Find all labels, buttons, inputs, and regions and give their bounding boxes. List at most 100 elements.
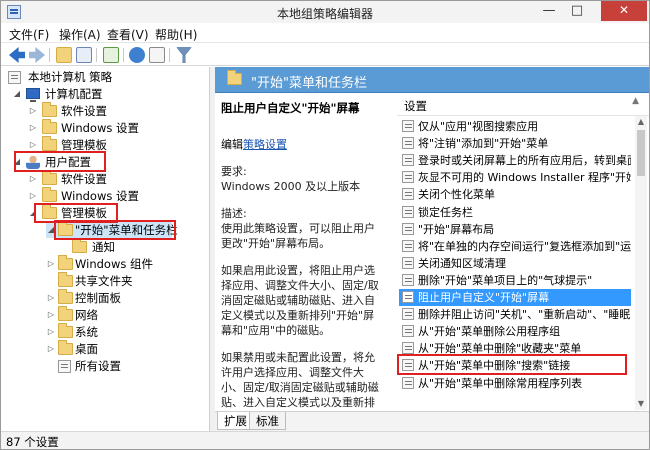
chevron-right-icon[interactable]: ▷ xyxy=(46,290,56,306)
filter-icon[interactable] xyxy=(176,47,192,63)
policy-setting-icon xyxy=(402,291,414,303)
setting-row[interactable]: 锁定任务栏 xyxy=(399,204,631,221)
minimize-button[interactable]: — xyxy=(535,1,563,21)
setting-row-label: 删除并阻止访问"关机"、"重新启动"、"睡眠"和" xyxy=(418,308,631,322)
folder-icon xyxy=(72,238,87,253)
view-tabs: 扩展 标准 xyxy=(215,411,649,431)
setting-row[interactable]: 将"在单独的内存空间运行"复选框添加到"运行"对 xyxy=(399,238,631,255)
up-folder-icon[interactable] xyxy=(56,47,72,63)
description-text-1: 使用此策略设置，可以阻止用户更改"开始"屏幕布局。 xyxy=(221,222,375,250)
policy-setting-icon xyxy=(402,120,414,132)
scroll-thumb[interactable] xyxy=(637,130,645,176)
toolbar-separator xyxy=(169,48,170,62)
menu-bar: 文件(F) 操作(A) 查看(V) 帮助(H) xyxy=(1,23,649,43)
folder-icon xyxy=(42,102,57,117)
export-list-icon[interactable] xyxy=(103,47,119,63)
forward-icon[interactable] xyxy=(29,47,45,63)
tab-standard[interactable]: 标准 xyxy=(249,412,286,430)
tree-node-system[interactable]: ▷ 系统 xyxy=(46,323,196,340)
setting-row-label: 登录时或关闭屏幕上的所有应用后，转到桌面而 xyxy=(418,154,631,168)
setting-row[interactable]: 从"开始"菜单中删除常用程序列表 xyxy=(399,375,631,392)
menu-view[interactable]: 查看(V) xyxy=(107,26,149,43)
window: 本地组策略编辑器 — □ ✕ 文件(F) 操作(A) 查看(V) 帮助(H) 本… xyxy=(0,0,650,450)
chevron-right-icon[interactable]: ▷ xyxy=(46,256,56,272)
tree-node-cc-windows[interactable]: ▷ Windows 设置 xyxy=(28,119,198,136)
settings-icon xyxy=(58,360,71,373)
policy-title: 阻止用户自定义"开始"屏幕 xyxy=(221,101,360,115)
setting-row-label: 从"开始"菜单中删除常用程序列表 xyxy=(418,376,583,390)
setting-row-label: 从"开始"菜单删除公用程序组 xyxy=(418,325,561,339)
chevron-down-icon[interactable]: ◢ xyxy=(12,86,22,102)
policy-setting-icon xyxy=(402,188,414,201)
tree-node-uc-windows[interactable]: ▷ Windows 设置 xyxy=(28,187,198,204)
menu-help[interactable]: 帮助(H) xyxy=(155,26,197,43)
policy-setting-icon xyxy=(402,256,414,269)
setting-row[interactable]: 将"注销"添加到"开始"菜单 xyxy=(399,135,631,152)
policy-setting-icon xyxy=(402,154,414,167)
maximize-button[interactable]: □ xyxy=(563,1,591,21)
setting-row[interactable]: 从"开始"菜单删除公用程序组 xyxy=(399,323,631,340)
menu-action[interactable]: 操作(A) xyxy=(59,26,101,43)
setting-row[interactable]: 灰显不可用的 Windows Installer 程序"开始"菜 xyxy=(399,169,631,186)
tree-node-root[interactable]: 本地计算机 策略 xyxy=(6,69,206,85)
properties-icon[interactable] xyxy=(149,47,165,63)
toolbar-separator xyxy=(123,48,124,62)
setting-row[interactable]: 阻止用户自定义"开始"屏幕 xyxy=(399,289,631,306)
chevron-right-icon[interactable]: ▷ xyxy=(28,120,38,136)
folder-icon xyxy=(58,255,73,270)
setting-row-label: 仅从"应用"视图搜索应用 xyxy=(418,120,539,133)
tree-node-uc-software[interactable]: ▷ 软件设置 xyxy=(28,170,198,187)
show-hide-tree-icon[interactable] xyxy=(76,47,92,63)
scroll-down-icon[interactable]: ▼ xyxy=(635,398,647,410)
chevron-right-icon[interactable]: ▷ xyxy=(46,307,56,323)
tree-node-cc-software[interactable]: ▷ 软件设置 xyxy=(28,102,198,119)
policy-setting-icon xyxy=(402,325,414,338)
chevron-right-icon[interactable]: ▷ xyxy=(28,171,38,187)
chevron-right-icon[interactable]: ▷ xyxy=(46,341,56,357)
policy-setting-icon xyxy=(402,273,414,286)
setting-row[interactable]: 删除"开始"菜单项目上的"气球提示" xyxy=(399,272,631,289)
policy-setting-icon xyxy=(402,205,414,218)
highlight-start-taskbar xyxy=(54,220,176,240)
close-button[interactable]: ✕ xyxy=(601,1,647,21)
description-label: 描述: xyxy=(221,207,247,220)
policy-setting-icon xyxy=(402,239,414,252)
setting-row[interactable]: 关闭通知区域清理 xyxy=(399,255,631,272)
tree-node-all-settings[interactable]: 所有设置 xyxy=(46,358,196,374)
description-text-3: 如果禁用或未配置此设置，将允许用户选择应用、调整文件大小、固定/取消固定磁贴或辅… xyxy=(221,351,379,409)
requirements-label: 要求: xyxy=(221,165,247,178)
status-text: 87 个设置 xyxy=(6,435,59,449)
policy-setting-icon xyxy=(402,222,414,235)
edit-policy-link[interactable]: 策略设置 xyxy=(243,138,287,151)
tree-node-shared-folders[interactable]: 共享文件夹 xyxy=(46,272,196,289)
requirements-value: Windows 2000 及以上版本 xyxy=(221,180,361,193)
setting-row-label: "开始"屏幕布局 xyxy=(418,222,495,236)
navigation-tree: 本地计算机 策略 ◢ 计算机配置 ▷ 软件设置 ▷ Windows 设置 ▷ 管… xyxy=(2,67,210,431)
tree-node-control-panel[interactable]: ▷ 控制面板 xyxy=(46,289,196,306)
setting-row-label: 锁定任务栏 xyxy=(418,205,473,219)
tree-node-computer-config[interactable]: ◢ 计算机配置 xyxy=(12,86,202,102)
setting-row[interactable]: "开始"屏幕布局 xyxy=(399,221,631,238)
tree-node-network[interactable]: ▷ 网络 xyxy=(46,306,196,323)
setting-row[interactable]: 关闭个性化菜单 xyxy=(399,186,631,203)
setting-row[interactable]: 登录时或关闭屏幕上的所有应用后，转到桌面而 xyxy=(399,152,631,169)
scroll-up-icon[interactable]: ▲ xyxy=(635,116,647,128)
tree-node-win-components[interactable]: ▷ Windows 组件 xyxy=(46,255,196,272)
chevron-right-icon[interactable]: ▷ xyxy=(46,324,56,340)
chevron-right-icon[interactable]: ▷ xyxy=(28,103,38,119)
chevron-right-icon[interactable]: ▷ xyxy=(28,188,38,204)
list-column-header[interactable]: 设置 ▲ xyxy=(397,94,649,116)
help-icon[interactable] xyxy=(129,47,145,63)
setting-row[interactable]: 仅从"应用"视图搜索应用 xyxy=(399,118,631,135)
tree-node-notify[interactable]: 通知 xyxy=(72,238,152,255)
folder-icon xyxy=(58,340,73,355)
setting-row-label: 阻止用户自定义"开始"屏幕 xyxy=(418,291,550,304)
computer-icon xyxy=(26,88,40,102)
folder-icon xyxy=(58,306,73,321)
back-icon[interactable] xyxy=(9,47,25,63)
tree-node-desktop[interactable]: ▷ 桌面 xyxy=(46,340,196,357)
vertical-scrollbar[interactable]: ▲ ▼ xyxy=(635,116,647,410)
folder-icon xyxy=(227,70,242,85)
setting-row[interactable]: 删除并阻止访问"关机"、"重新启动"、"睡眠"和" xyxy=(399,306,631,323)
menu-file[interactable]: 文件(F) xyxy=(9,26,49,43)
